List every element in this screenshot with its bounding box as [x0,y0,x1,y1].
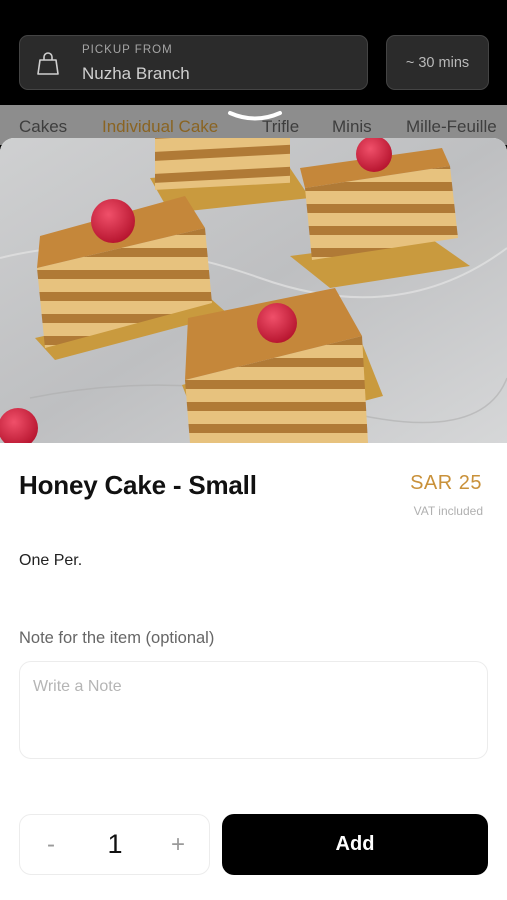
product-sheet: Honey Cake - Small SAR 25 VAT included O… [0,138,507,900]
tab-minis[interactable]: Minis [332,117,372,137]
decrease-quantity-button[interactable]: - [36,831,66,859]
product-description: One Per. [19,552,83,569]
product-name: Honey Cake - Small [19,470,257,500]
vat-note: VAT included [413,504,483,518]
product-price: SAR 25 [410,472,482,494]
quantity-value: 1 [107,829,123,859]
top-bar: PICKUP FROM Nuzha Branch ~ 30 mins [0,0,507,105]
increase-quantity-button[interactable]: + [163,831,193,859]
note-input[interactable] [19,661,488,759]
note-label: Note for the item (optional) [19,629,215,647]
shopping-bag-icon [37,52,59,75]
tab-cakes[interactable]: Cakes [19,117,67,137]
quantity-stepper: - 1 + [19,814,210,875]
add-to-cart-button[interactable]: Add [222,814,488,875]
branch-name: Nuzha Branch [82,64,190,83]
pickup-branch-selector[interactable]: PICKUP FROM Nuzha Branch [19,35,368,90]
pickup-label: PICKUP FROM [82,44,173,56]
pickup-eta[interactable]: ~ 30 mins [386,35,489,90]
product-image [0,138,507,443]
tab-mille-feuille[interactable]: Mille-Feuille [406,117,497,137]
tab-individual-cake[interactable]: Individual Cake [102,117,218,137]
chevron-down-icon[interactable] [227,110,283,124]
